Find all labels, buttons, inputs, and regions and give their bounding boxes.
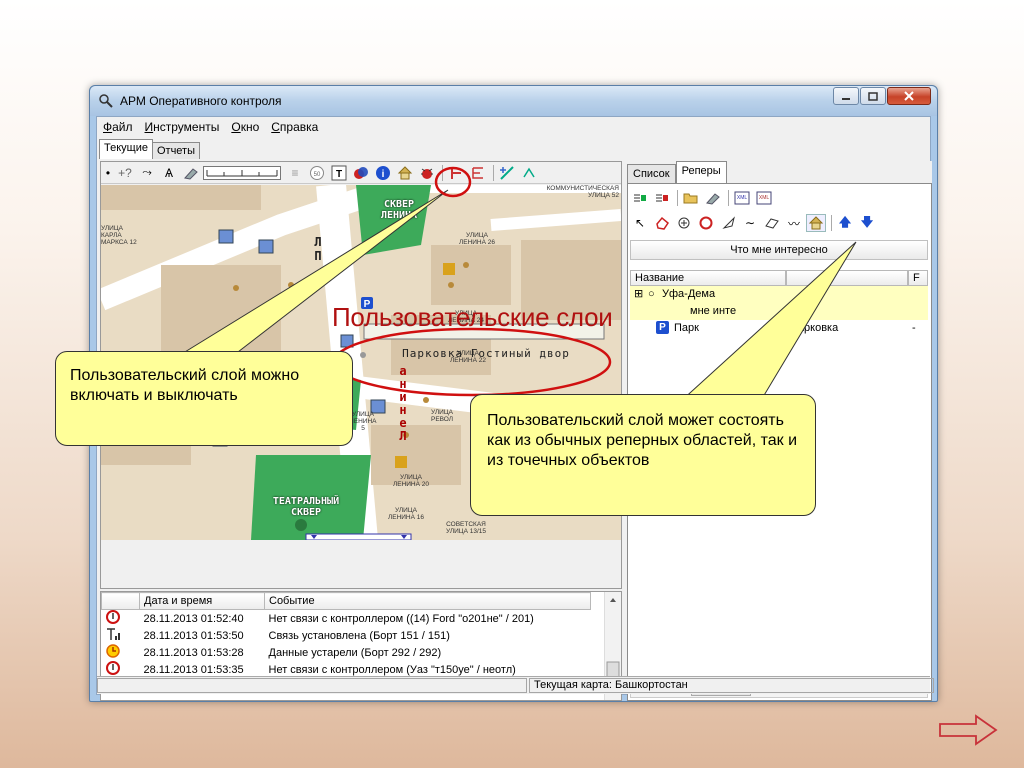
tab-current[interactable]: Текущие (99, 139, 153, 159)
callout-left: Пользовательский слой можно включать и в… (55, 351, 353, 446)
callout-right: Пользовательский слой может состоять как… (470, 394, 816, 516)
highlight-parking-ellipse (332, 327, 612, 397)
next-slide-arrow-icon[interactable] (938, 714, 998, 746)
callout-right-text: Пользовательский слой может состоять как… (487, 412, 798, 469)
highlight-toolbar-ellipse (434, 166, 472, 198)
slide-caption: Пользовательские слои (332, 302, 613, 332)
callout-left-text: Пользовательский слой можно включать и в… (70, 367, 300, 404)
